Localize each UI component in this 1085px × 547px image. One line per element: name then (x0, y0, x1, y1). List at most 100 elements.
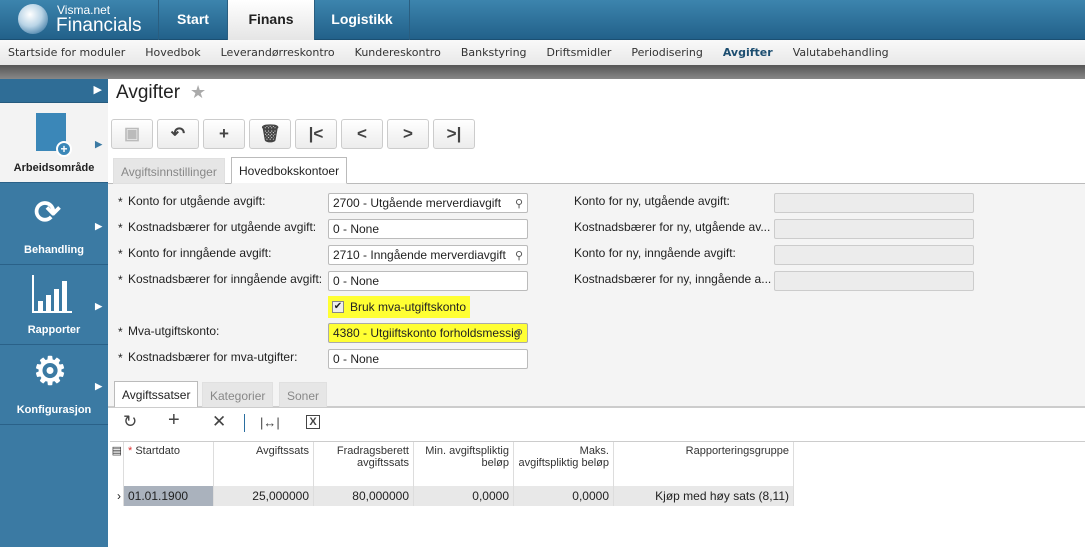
save-button[interactable]: ▣ (111, 119, 153, 149)
tab-finans[interactable]: Finans (228, 0, 315, 41)
sidebar-label: Arbeidsområde (13, 162, 95, 174)
undo-button[interactable]: ↶ (157, 119, 199, 149)
konto-utgaende-input[interactable]: 2700 - Utgående merverdiavgift ⚲ (328, 193, 528, 213)
module-nav: Startside for moduler Hovedbok Leverandø… (0, 40, 1085, 65)
nav-valutabehandling[interactable]: Valutabehandling (793, 46, 889, 59)
field-label: Kostnadsbærer for ny, utgående av... (574, 220, 771, 234)
header-rapporteringsgruppe[interactable]: Rapporteringsgruppe (614, 442, 794, 486)
export-excel-icon[interactable]: X (306, 415, 320, 429)
last-icon: >| (446, 124, 462, 143)
cell-min-belop[interactable]: 0,0000 (414, 486, 514, 506)
fit-columns-icon[interactable]: |↔| (260, 415, 280, 430)
konto-inngaende-input[interactable]: 2710 - Inngående merverdiavgift ⚲ (328, 245, 528, 265)
delete-row-icon[interactable]: ✕ (212, 412, 226, 432)
field-label: * Mva-utgiftskonto: (118, 324, 220, 339)
toolbar-divider (244, 414, 245, 432)
tab-logistikk[interactable]: Logistikk (315, 0, 410, 40)
konto-ny-inngaende-input[interactable] (774, 245, 974, 265)
header-fradragsberettiget[interactable]: Fradragsberett avgiftssats (314, 442, 414, 486)
chevron-right-icon: ▶ (95, 381, 102, 391)
nav-periodisering[interactable]: Periodisering (631, 46, 702, 59)
nav-startside[interactable]: Startside for moduler (8, 46, 125, 59)
next-record-button[interactable]: > (387, 119, 429, 149)
header-startdato[interactable]: * Startdato (124, 442, 214, 486)
field-label: Konto for ny, inngående avgift: (574, 246, 736, 260)
sidebar-label: Rapporter (27, 324, 81, 336)
search-icon[interactable]: ⚲ (515, 326, 523, 342)
sidebar-item-arbeidsomrade[interactable]: + ▶ Arbeidsområde (0, 103, 108, 183)
previous-record-button[interactable]: < (341, 119, 383, 149)
plus-icon: + (219, 124, 229, 143)
nav-avgifter[interactable]: Avgifter (723, 46, 773, 59)
sidebar-collapse-button[interactable]: ▶ (0, 79, 108, 103)
kostnadsbaerer-utgaende-input[interactable]: 0 - None (328, 219, 528, 239)
tab-start[interactable]: Start (158, 0, 228, 40)
checkmark-icon[interactable]: ✔ (332, 301, 344, 313)
refresh-icon[interactable]: ↻ (123, 412, 137, 432)
cell-fradragsberettiget[interactable]: 80,000000 (314, 486, 414, 506)
sidebar-item-konfigurasjon[interactable]: ⚙ ▶ Konfigurasjon (0, 345, 108, 425)
header-min-belop[interactable]: Min. avgiftspliktig beløp (414, 442, 514, 486)
kostnadsbaerer-mva-input[interactable]: 0 - None (328, 349, 528, 369)
last-record-button[interactable]: >| (433, 119, 475, 149)
page-title: Avgifter (116, 82, 181, 103)
cell-avgiftssats[interactable]: 25,000000 (214, 486, 314, 506)
first-record-button[interactable]: |< (295, 119, 337, 149)
field-label: * Kostnadsbærer for mva-utgifter: (118, 350, 298, 365)
cell-rapporteringsgruppe[interactable]: Kjøp med høy sats (8,11) (614, 486, 794, 506)
tab-hovedbokskontoer[interactable]: Hovedbokskontoer (231, 157, 348, 184)
sidebar-label: Behandling (24, 244, 84, 256)
save-icon: ▣ (123, 124, 141, 143)
chevron-right-icon: ▶ (95, 301, 102, 311)
tab-avgiftsinnstillinger[interactable]: Avgiftsinnstillinger (113, 158, 225, 184)
column-chooser-icon[interactable]: ▤ (110, 442, 124, 486)
add-button[interactable]: + (203, 119, 245, 149)
cell-startdato[interactable]: 01.01.1900 (124, 486, 214, 506)
field-label: * Kostnadsbærer for inngående avgift: (118, 272, 323, 287)
bruk-mva-utgiftskonto-checkbox[interactable]: ✔ Bruk mva-utgiftskonto (328, 296, 470, 318)
add-row-icon[interactable]: + (168, 409, 180, 432)
tab-kategorier[interactable]: Kategorier (202, 382, 274, 408)
header-maks-belop[interactable]: Maks. avgiftspliktig beløp (514, 442, 614, 486)
favorite-star-icon[interactable]: ★ (190, 82, 206, 103)
nav-kundereskontro[interactable]: Kundereskontro (355, 46, 441, 59)
sidebar-item-rapporter[interactable]: ▶ Rapporter (0, 265, 108, 345)
first-icon: |< (308, 124, 324, 143)
header-avgiftssats[interactable]: Avgiftssats (214, 442, 314, 486)
tab-avgiftssatser[interactable]: Avgiftssatser (114, 381, 199, 408)
tab-soner[interactable]: Soner (279, 382, 328, 408)
search-icon[interactable]: ⚲ (515, 248, 523, 264)
cell-maks-belop[interactable]: 0,0000 (514, 486, 614, 506)
field-label: * Konto for utgående avgift: (118, 194, 266, 209)
kostnadsbaerer-ny-inngaende-input[interactable] (774, 271, 974, 291)
nav-bankstyring[interactable]: Bankstyring (461, 46, 527, 59)
search-icon[interactable]: ⚲ (515, 196, 523, 212)
kostnadsbaerer-inngaende-input[interactable]: 0 - None (328, 271, 528, 291)
row-selector-icon[interactable]: › (110, 486, 124, 506)
chevron-right-icon: ▶ (95, 139, 102, 149)
brand-large: Financials (56, 15, 142, 36)
chevron-right-icon: ▶ (95, 221, 102, 231)
field-label: Kostnadsbærer for ny, inngående a... (574, 272, 772, 286)
refresh-cycle-icon: ⟳ (34, 194, 61, 230)
field-label: Konto for ny, utgående avgift: (574, 194, 730, 208)
nav-driftsmidler[interactable]: Driftsmidler (547, 46, 612, 59)
trash-icon: 🗑 (259, 124, 281, 143)
collapse-icon: ▶ (93, 84, 102, 96)
field-label: * Konto for inngående avgift: (118, 246, 272, 261)
bar-chart-icon (32, 275, 72, 313)
chevron-right-icon: > (403, 124, 413, 143)
field-label: * Kostnadsbærer for utgående avgift: (118, 220, 317, 235)
sidebar-item-behandling[interactable]: ⟳ ▶ Behandling (0, 185, 108, 265)
form-panel (108, 183, 1085, 407)
divider-band (0, 65, 1085, 79)
new-document-icon: + (36, 113, 72, 157)
konto-ny-utgaende-input[interactable] (774, 193, 974, 213)
nav-leverandorreskontro[interactable]: Leverandørreskontro (221, 46, 335, 59)
nav-hovedbok[interactable]: Hovedbok (145, 46, 200, 59)
kostnadsbaerer-ny-utgaende-input[interactable] (774, 219, 974, 239)
mva-utgiftskonto-input[interactable]: 4380 - Utgiiftskonto forholdsmessig ⚲ (328, 323, 528, 343)
gear-icon: ⚙ (33, 351, 68, 393)
delete-button[interactable]: 🗑 (249, 119, 291, 149)
chevron-left-icon: < (357, 124, 367, 143)
